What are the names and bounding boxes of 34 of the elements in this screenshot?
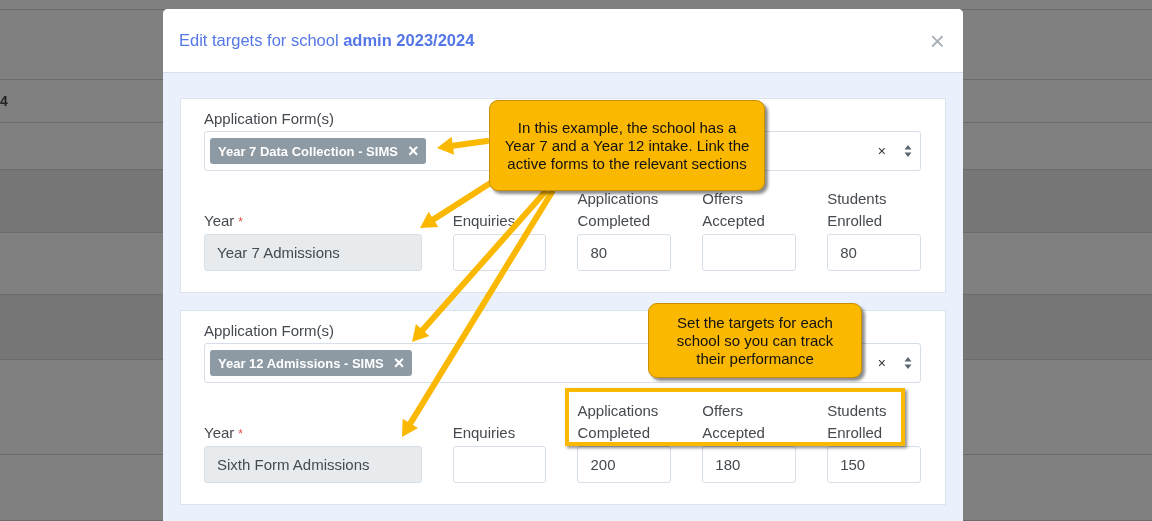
sort-arrows-icon bbox=[904, 356, 912, 370]
field-label: Year bbox=[204, 423, 235, 443]
modal-title: Edit targets for school admin 2023/2024 bbox=[179, 31, 475, 50]
sort-arrows-icon bbox=[904, 144, 912, 158]
tag-label: Year 7 Data Collection - SIMS bbox=[218, 143, 398, 159]
number-field[interactable]: 150 bbox=[827, 446, 921, 483]
number-field[interactable]: 200 bbox=[577, 446, 672, 483]
field-label: Offers Accepted bbox=[702, 401, 766, 443]
clear-button[interactable]: × bbox=[877, 143, 886, 159]
year-field[interactable]: Sixth Form Admissions bbox=[204, 446, 422, 483]
table-cell: 4 bbox=[0, 93, 8, 109]
field-label: Students Enrolled bbox=[827, 401, 888, 443]
number-field[interactable]: 80 bbox=[577, 234, 672, 271]
field-label: Enquiries bbox=[452, 211, 516, 231]
clear-button[interactable]: × bbox=[877, 355, 886, 371]
callout-tooltip: Set the targets for each school so you can track their performance bbox=[648, 303, 862, 378]
field-label: Applications Completed bbox=[577, 401, 660, 443]
field-label: Students Enrolled bbox=[827, 189, 888, 231]
field-label: Application Form(s) bbox=[204, 322, 335, 339]
arrow bbox=[437, 136, 490, 155]
number-field[interactable] bbox=[702, 234, 797, 271]
field-label: Application Form(s) bbox=[204, 110, 335, 127]
required-mark: * bbox=[238, 427, 243, 441]
number-field[interactable]: 80 bbox=[827, 234, 921, 271]
field-label: Offers Accepted bbox=[702, 189, 766, 231]
year-field[interactable]: Year 7 Admissions bbox=[204, 234, 422, 271]
field-label: Applications Completed bbox=[577, 189, 660, 231]
field-label: Enquiries bbox=[452, 423, 516, 443]
callout-tooltip: In this example, the school has a Year 7 and a Year 12 intake. Link the active forms to the relevant sections bbox=[489, 100, 765, 191]
number-field[interactable] bbox=[452, 446, 547, 483]
number-field[interactable]: 180 bbox=[702, 446, 797, 483]
field-label: Year bbox=[204, 211, 235, 231]
required-mark: * bbox=[238, 215, 243, 229]
tag-label: Year 12 Admissions - SIMS bbox=[218, 355, 384, 371]
